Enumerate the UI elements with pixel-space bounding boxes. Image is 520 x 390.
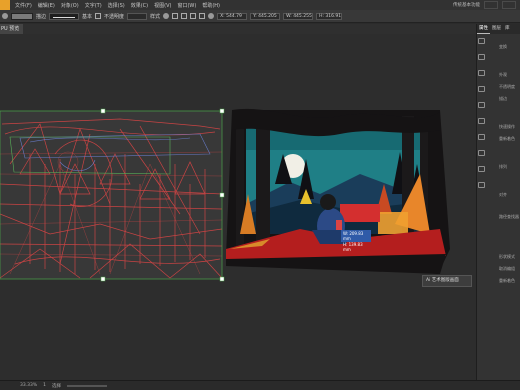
distribute-icon[interactable] xyxy=(199,13,206,19)
style2-label: 样式 xyxy=(150,13,161,20)
sketch-layer[interactable] xyxy=(0,111,223,279)
label-opacity: 不透明度 xyxy=(499,84,515,89)
opacity-label: 不透明度 xyxy=(104,13,125,20)
label-shape-modes: 形状模式 xyxy=(499,254,515,259)
x-field[interactable]: X: 544.79 xyxy=(217,12,248,20)
canvas-artwork xyxy=(0,108,450,282)
opacity-field[interactable] xyxy=(127,12,148,20)
align-icon[interactable] xyxy=(478,150,485,156)
right-panel-tabs: 属性 图层 库 xyxy=(477,24,520,34)
menu-bar: 文件(F) 编辑(E) 对象(O) 文字(T) 选择(S) 效果(C) 视图(V… xyxy=(0,0,520,10)
menu-file[interactable]: 文件(F) xyxy=(15,2,32,9)
current-tool: 选择 xyxy=(52,383,62,389)
measure-height: H: 139.83 mm xyxy=(343,241,363,253)
label-transform: 变换 xyxy=(499,44,507,49)
label-ungroup: 取消编组 xyxy=(499,266,515,271)
transform-icon[interactable] xyxy=(208,13,215,19)
w-field[interactable]: W: 445.255 xyxy=(283,12,314,20)
zoom-level[interactable]: 33.33% xyxy=(20,383,37,388)
tab-layers[interactable]: 图层 xyxy=(490,24,503,34)
align-right-icon[interactable] xyxy=(190,13,197,19)
measure-width: W: 209.83 mm xyxy=(343,230,364,242)
quick-actions-icon[interactable] xyxy=(478,102,485,108)
align-center-icon[interactable] xyxy=(181,13,188,19)
artboard-canvas[interactable]: W: 209.83 mm H: 139.83 mm xyxy=(0,34,476,380)
measure-tooltip: W: 209.83 mm H: 139.83 mm xyxy=(341,230,371,252)
y-field[interactable]: Y: 445.205 xyxy=(250,12,281,20)
align-left-icon[interactable] xyxy=(172,13,179,19)
menu-type[interactable]: 文字(T) xyxy=(85,2,102,9)
menu-help[interactable]: 帮助(H) xyxy=(202,2,220,9)
control-bar: 描边 基本 不透明度 样式 X: 544.79 Y: 445.205 W: 44… xyxy=(0,10,520,23)
tab-libraries[interactable]: 库 xyxy=(503,24,512,34)
tab-properties[interactable]: 属性 xyxy=(477,24,490,34)
fill-swatch[interactable] xyxy=(11,12,33,20)
opacity-icon[interactable] xyxy=(478,70,485,76)
document-tab-bar: PU 预览 xyxy=(0,24,476,34)
status-scroll[interactable] xyxy=(67,384,108,387)
style-label: 基本 xyxy=(82,13,93,20)
recolor-icon[interactable] xyxy=(163,13,170,19)
pathfinder-icon[interactable] xyxy=(478,166,485,172)
appearance-icon[interactable] xyxy=(478,54,485,60)
app-logo-icon xyxy=(0,0,10,10)
label-arrange: 排列 xyxy=(499,164,507,169)
status-bar: 33.33% 1 选择 xyxy=(0,380,520,390)
minimize-button[interactable] xyxy=(484,1,498,9)
artboard-name-tooltip: Ai 艺术图版画面 xyxy=(422,275,472,287)
style-swatch-icon[interactable] xyxy=(95,13,102,19)
label-align: 对齐 xyxy=(499,192,507,197)
label-quick-actions: 快速操作 xyxy=(499,124,515,129)
right-panel: 属性 图层 库 变换 外观 不透明度 描边 快速操作 重新着色 排列 对齐 路径… xyxy=(476,24,520,380)
menu-view[interactable]: 视图(V) xyxy=(154,2,171,9)
label-appearance: 外观 xyxy=(499,72,507,77)
stroke-profile-select[interactable] xyxy=(49,12,80,20)
workspace-label[interactable]: 传统基本功能 xyxy=(453,2,480,8)
menu-edit[interactable]: 编辑(E) xyxy=(38,2,55,9)
forest-illustration[interactable] xyxy=(226,108,450,274)
menu-select[interactable]: 选择(S) xyxy=(108,2,125,9)
h-field[interactable]: H: 316.91 xyxy=(316,12,343,20)
recolor-icon[interactable] xyxy=(478,118,485,124)
stroke-icon[interactable] xyxy=(478,86,485,92)
selection-indicator-icon xyxy=(2,13,8,19)
label-pathfinder: 路径查找器 xyxy=(499,214,519,219)
shape-modes-icon[interactable] xyxy=(478,182,485,188)
transform-icon[interactable] xyxy=(478,38,485,44)
label-recolor: 重新着色 xyxy=(499,136,515,141)
document-tab[interactable]: PU 预览 xyxy=(0,24,24,34)
arrange-icon[interactable] xyxy=(478,134,485,140)
menu-effect[interactable]: 效果(C) xyxy=(131,2,148,9)
stroke-label: 描边 xyxy=(36,13,47,20)
menu-object[interactable]: 对象(O) xyxy=(61,2,79,9)
menu-window[interactable]: 窗口(W) xyxy=(177,2,196,9)
page-number[interactable]: 1 xyxy=(43,383,46,388)
label-recolor-2: 重新着色 xyxy=(499,278,515,283)
label-stroke: 描边 xyxy=(499,96,507,101)
maximize-button[interactable] xyxy=(502,1,516,9)
